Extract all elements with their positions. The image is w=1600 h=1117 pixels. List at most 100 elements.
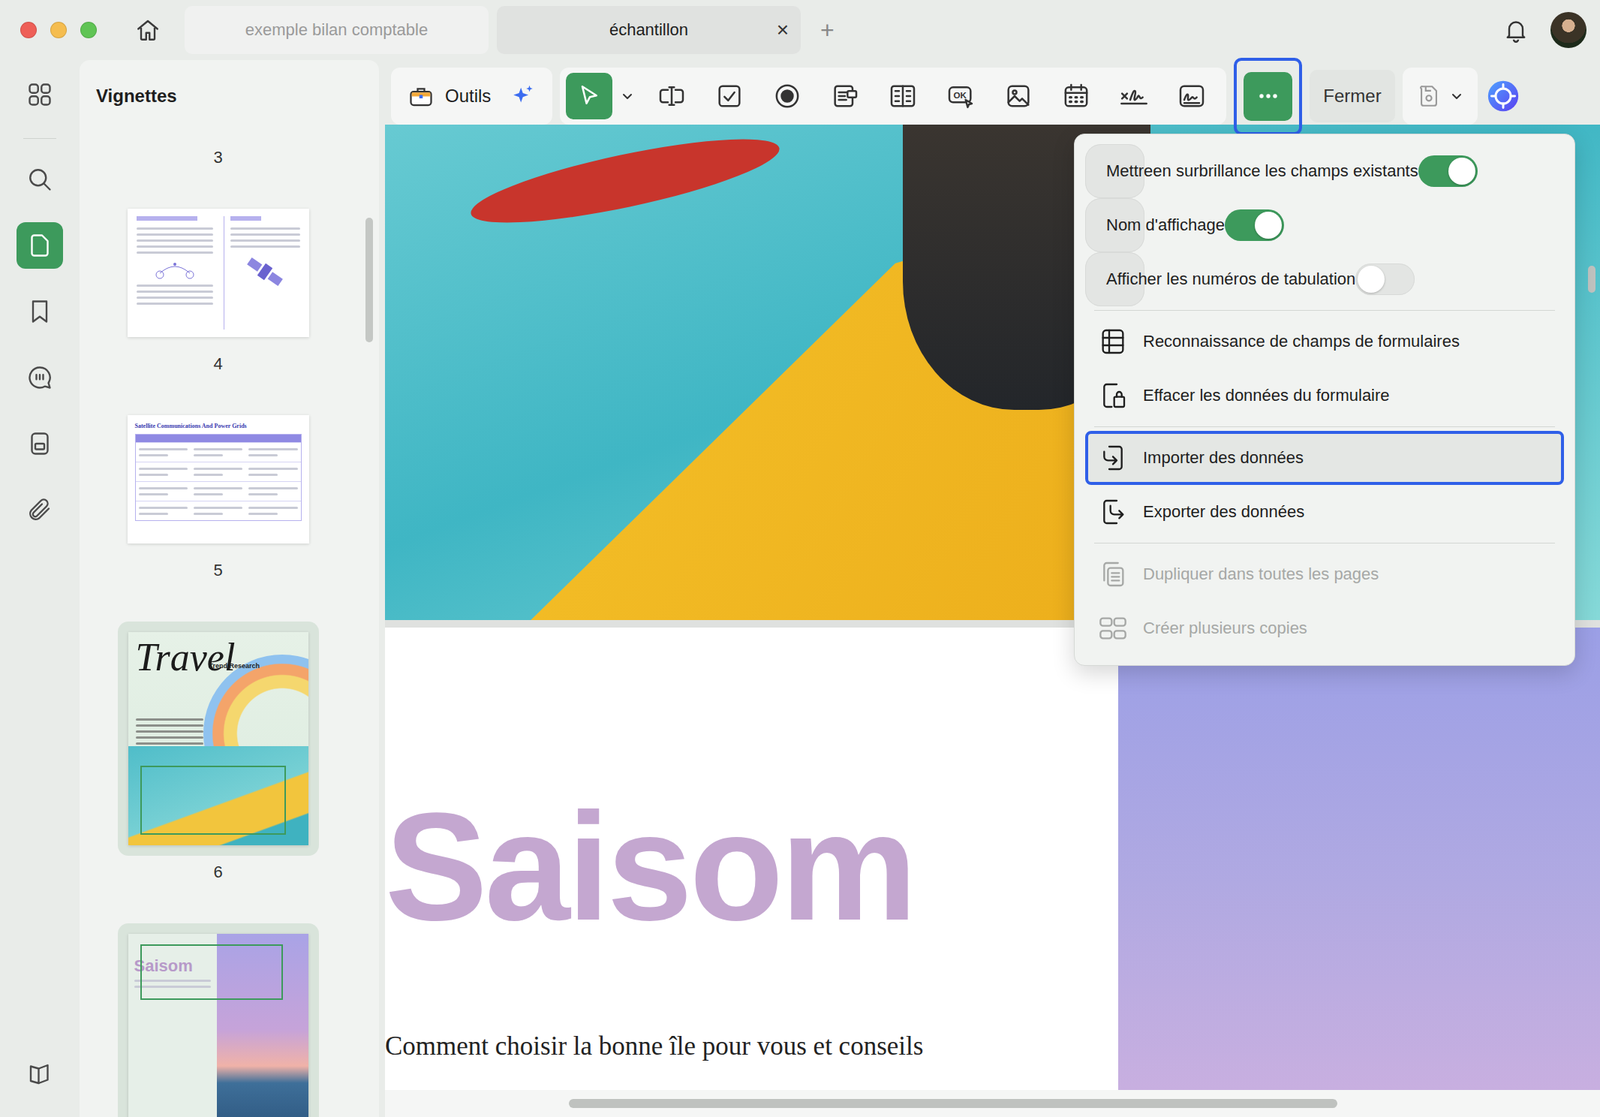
editor: Outils OK Fermer SaisomComment choisir la b… [384,60,1600,1117]
chevron-down-icon[interactable] [618,87,637,106]
page-thumbnail[interactable]: TravelTrend ResearchBESSIE COOPER6 [117,621,319,882]
form-rail-button[interactable] [16,420,64,467]
bookmark-rail-button[interactable] [16,288,64,335]
grid-rail-button[interactable] [16,71,64,118]
page-thumbnail[interactable]: Satellite Communications And Power Grids… [127,415,310,580]
text-line [248,487,298,490]
toggle-switch[interactable] [1355,263,1415,295]
image-icon [1003,81,1034,112]
attach-rail-button[interactable] [16,486,64,533]
toggle-knob [1254,211,1282,239]
list-box-tool-button[interactable] [873,72,932,120]
image-tool-button[interactable] [989,72,1047,120]
tab-close-button[interactable]: × [776,18,789,43]
recognize-icon [1097,326,1128,357]
table-header-cell [190,434,246,443]
scrollbar-thumb[interactable] [365,217,373,343]
horizontal-scrollbar-thumb[interactable] [568,1098,1338,1108]
workspace: Vignettes 3 4 Satellite Communications And … [0,60,1600,1117]
signature-icon [1118,81,1149,112]
menu-toggle-item[interactable]: Mettreen surbrillance les champs existan… [1085,144,1145,199]
zoom-window-button[interactable] [80,21,97,39]
menu-item[interactable]: Dupliquer dans toutes les pages [1085,547,1564,602]
toolbox-icon [407,82,435,110]
text-line [136,233,214,236]
app-window: exemple bilan comptableéchantillon× + Vign… [0,0,1600,1117]
page-preview: Saisom [128,933,309,1117]
checkbox-tool-button[interactable] [700,72,758,120]
close-form-button[interactable]: Fermer [1309,69,1395,123]
menu-item[interactable]: Importer des données [1085,430,1564,485]
toggle-switch[interactable] [1418,155,1478,187]
page-preview: Satellite Communications And Power Grids [127,415,310,544]
text-line [193,487,243,490]
thumbnail-list: 3 4 Satellite Communications And Power Gri… [79,106,379,1117]
table [135,433,302,521]
text-line [193,448,243,451]
tools-button[interactable]: Outils [390,67,553,125]
checkbox-icon [714,81,745,112]
ai-sparkle-icon[interactable] [510,83,536,109]
text-line [193,473,223,476]
signature-field-tool-button[interactable] [1162,72,1221,120]
more-options-button[interactable] [1243,72,1293,121]
pages-rail-button[interactable] [16,222,64,269]
menu-item[interactable]: Exporter des données [1085,484,1564,539]
thumbnails-panel: Vignettes 3 4 Satellite Communications And … [79,60,379,1117]
text-line [138,506,188,509]
thumbnail-frame [127,208,310,337]
chevron-down-icon [1447,87,1466,106]
user-avatar[interactable] [1550,12,1587,49]
page-number: 5 [213,561,223,580]
menu-item[interactable]: Effacer les données du formulaire [1085,368,1564,423]
text-line [136,296,214,299]
window-controls [20,21,97,39]
minimize-window-button[interactable] [50,21,67,39]
save-button[interactable] [1402,67,1478,125]
home-icon [134,16,162,44]
button-tool-button[interactable]: OK [931,72,990,120]
bell-icon[interactable] [1502,16,1530,44]
menu-separator [1094,426,1555,428]
search-rail-button[interactable] [16,156,64,203]
menu-item[interactable]: Créer plusieurs copies [1085,601,1564,656]
panel-title: Vignettes [79,60,379,107]
ai-assistant-button[interactable] [1485,78,1522,115]
text-area: SaisomComment choisir la bonne île pour … [384,627,1119,1090]
text-field-tool-button[interactable] [642,72,701,120]
erase-icon [1097,380,1128,411]
text-line [248,493,278,496]
page-title: Saisom [134,956,211,976]
menu-item-label: Dupliquer dans toutes les pages [1142,564,1379,584]
page-thumbnail[interactable]: 3 [213,130,223,167]
menu-toggle-item[interactable]: Nom d'affichage [1085,198,1145,253]
panel-toggle-button[interactable] [16,1050,64,1098]
new-tab-button[interactable]: + [820,16,835,45]
radio-tool-button[interactable] [757,72,816,120]
form-toolbar: Outils OK Fermer [384,67,1600,125]
menu-toggle-item[interactable]: Afficher les numéros de tabulation [1085,252,1145,307]
heading-bar [136,216,199,221]
page-thumbnail[interactable]: Saisom [117,923,319,1117]
export-icon [1097,496,1128,527]
vertical-scrollbar-thumb[interactable] [1587,265,1596,293]
combo-box-tool-button[interactable] [815,72,874,120]
menu-item[interactable]: Reconnaissance de champs de formulaires [1085,314,1564,369]
tab[interactable]: exemple bilan comptable [184,6,489,55]
more-button-highlight [1233,57,1303,136]
home-button[interactable] [129,12,166,49]
combo-box-icon [830,81,861,112]
signature-tool-button[interactable] [1104,72,1163,120]
text-line [135,736,204,739]
select-tool-button[interactable] [565,72,613,120]
comment-rail-button[interactable] [16,354,64,401]
toggle-switch[interactable] [1224,209,1285,241]
page-number: 3 [213,148,223,167]
tab[interactable]: échantillon× [496,6,801,55]
save-icon [1416,83,1442,109]
page-thumbnail[interactable]: 4 [127,208,310,373]
page-title: Satellite Communications And Power Grids [135,422,302,430]
close-window-button[interactable] [20,21,37,39]
text-column [223,216,301,330]
date-tool-button[interactable] [1046,72,1105,120]
